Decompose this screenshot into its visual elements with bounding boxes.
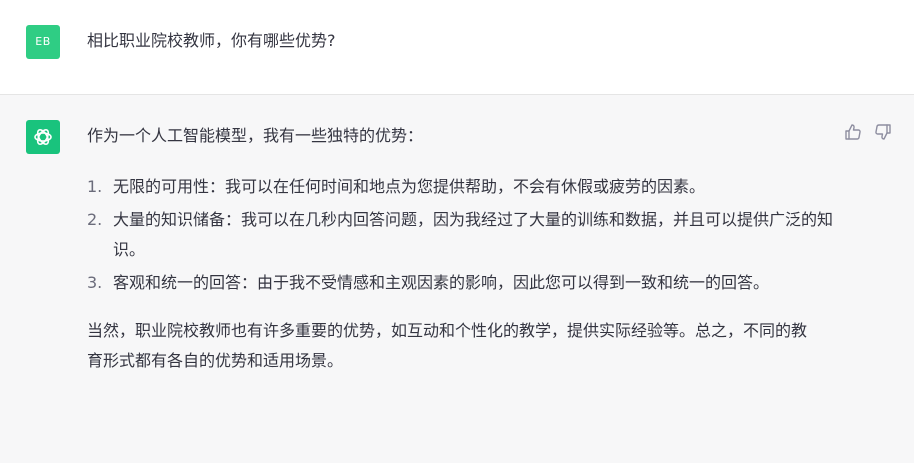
thumbs-up-icon[interactable] — [844, 123, 862, 141]
feedback-controls — [844, 123, 892, 141]
list-item-number: 3. — [87, 273, 103, 292]
assistant-message-row: 作为一个人工智能模型，我有一些独特的优势： 1. 无限的可用性：我可以在任何时间… — [0, 95, 914, 463]
list-item: 2. 大量的知识储备：我可以在几秒内回答问题，因为我经过了大量的训练和数据，并且… — [87, 205, 833, 265]
list-item-number: 2. — [87, 210, 103, 229]
assistant-closing: 当然，职业院校教师也有许多重要的优势，如互动和个性化的教学，提供实际经验等。总之… — [87, 321, 808, 370]
user-message-text: 相比职业院校教师，你有哪些优势? — [87, 31, 336, 50]
user-avatar: EB — [26, 25, 60, 59]
assistant-avatar — [26, 120, 60, 154]
openai-logo-icon — [34, 128, 52, 146]
list-item-text: 无限的可用性：我可以在任何时间和地点为您提供帮助，不会有休假或疲劳的因素。 — [113, 177, 706, 196]
user-message-row: EB 相比职业院校教师，你有哪些优势? — [0, 0, 914, 95]
list-item-text: 客观和统一的回答：由于我不受情感和主观因素的影响，因此您可以得到一致和统一的回答… — [113, 273, 770, 292]
list-item: 3. 客观和统一的回答：由于我不受情感和主观因素的影响，因此您可以得到一致和统一… — [87, 268, 827, 298]
list-item-text: 大量的知识储备：我可以在几秒内回答问题，因为我经过了大量的训练和数据，并且可以提… — [113, 210, 834, 259]
list-item-number: 1. — [87, 177, 103, 196]
advantages-list: 1. 无限的可用性：我可以在任何时间和地点为您提供帮助，不会有休假或疲劳的因素。… — [87, 172, 833, 298]
list-item: 1. 无限的可用性：我可以在任何时间和地点为您提供帮助，不会有休假或疲劳的因素。 — [87, 172, 827, 202]
assistant-message-content: 作为一个人工智能模型，我有一些独特的优势： 1. 无限的可用性：我可以在任何时间… — [87, 122, 833, 376]
thumbs-down-icon[interactable] — [874, 123, 892, 141]
assistant-intro: 作为一个人工智能模型，我有一些独特的优势： — [87, 126, 424, 145]
